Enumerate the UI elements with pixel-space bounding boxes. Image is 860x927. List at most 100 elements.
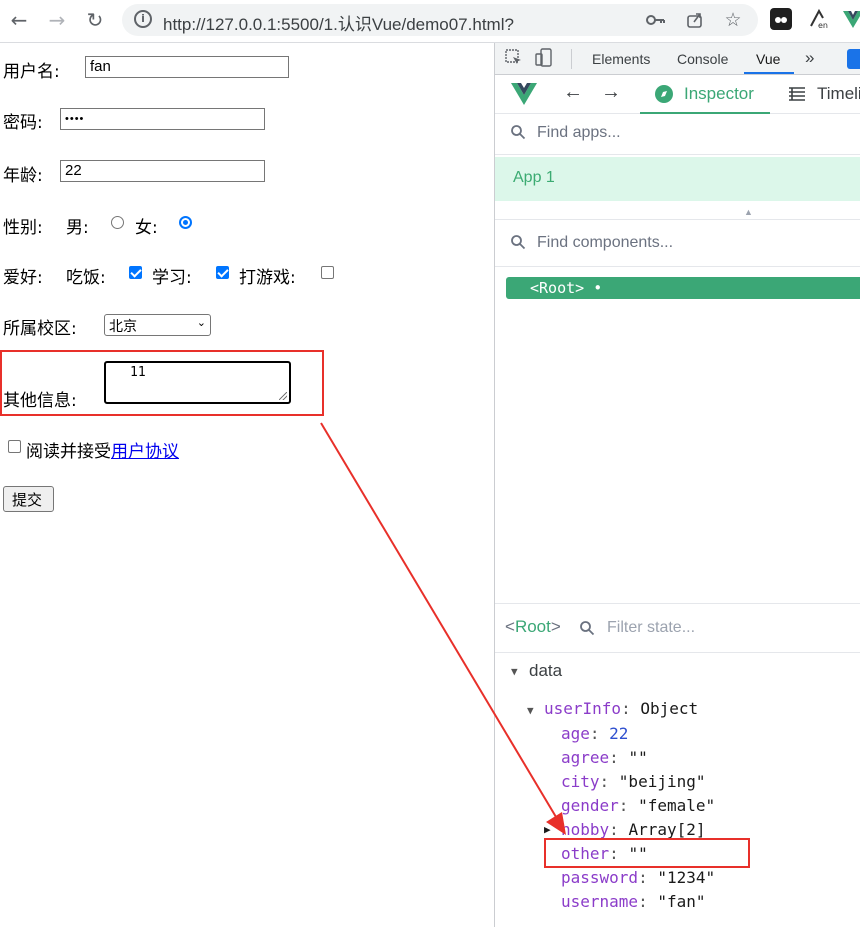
state-field-key: city <box>561 772 600 791</box>
hobby-game-checkbox[interactable] <box>321 266 334 279</box>
agree-label: 阅读并接受 <box>26 442 111 462</box>
user-agreement-link[interactable]: 用户协议 <box>111 442 179 462</box>
device-toggle-icon[interactable] <box>535 48 553 68</box>
state-field-hobby[interactable]: ▶ hobby: Array[2] <box>544 820 706 839</box>
state-field-gender[interactable]: gender: "female" <box>561 796 715 815</box>
data-section-label[interactable]: data <box>529 661 562 681</box>
state-field-value: Array[2] <box>628 820 706 839</box>
inspector-label: Inspector <box>684 84 754 103</box>
bookmark-star-icon[interactable]: ☆ <box>722 9 744 31</box>
username-label: 用户名: <box>3 62 60 82</box>
hobby-eat-checkbox[interactable] <box>129 266 142 279</box>
userinfo-row[interactable]: userInfo: Object <box>544 699 698 718</box>
highlight-box-other-state <box>544 838 750 868</box>
devtools-tab-bar: Elements Console Vue » <box>495 43 860 75</box>
component-tree-root[interactable]: <Root> • <box>506 277 860 299</box>
filter-state-input[interactable]: Filter state... <box>607 619 695 637</box>
userinfo-type: Object <box>640 699 699 718</box>
resize-grip-icon[interactable] <box>279 392 287 400</box>
state-field-agree[interactable]: agree: "" <box>561 748 648 767</box>
hobby-study-checkbox[interactable] <box>216 266 229 279</box>
campus-selected-value: 北京 <box>109 319 137 335</box>
chevron-down-icon: ⌄ <box>196 316 206 329</box>
state-root-title: <Root> <box>505 617 561 637</box>
hobby-eat-label: 吃饭: <box>66 268 106 288</box>
chat-icon[interactable] <box>847 49 860 69</box>
caret-down-icon[interactable]: ▼ <box>511 665 518 678</box>
state-field-value: "" <box>628 748 648 767</box>
hobby-game-label: 打游戏: <box>239 268 296 288</box>
back-arrow-icon[interactable]: ← <box>6 7 32 33</box>
reload-icon[interactable]: ↻ <box>82 7 108 33</box>
state-field-value: 22 <box>609 724 629 743</box>
collapse-caret-icon[interactable]: ▲ <box>744 207 753 217</box>
age-input[interactable]: 22 <box>60 160 265 182</box>
username-input[interactable]: fan <box>85 56 289 78</box>
state-field-city[interactable]: city: "beijing" <box>561 772 706 791</box>
agree-checkbox[interactable] <box>8 440 21 453</box>
gender-female-label: 女: <box>135 218 158 238</box>
back-arrow-icon[interactable]: ← <box>563 81 583 104</box>
url-text: http://127.0.0.1:5500/1.认识Vue/demo07.htm… <box>163 15 514 34</box>
share-icon[interactable] <box>684 9 706 31</box>
tab-inspector[interactable]: Inspector <box>640 75 770 114</box>
state-field-username[interactable]: username: "fan" <box>561 892 706 911</box>
find-apps-placeholder: Find apps... <box>537 124 621 141</box>
extension-icon[interactable] <box>770 8 792 30</box>
state-field-key: gender <box>561 796 619 815</box>
search-icon <box>510 234 526 250</box>
devtools-panel: Elements Console Vue » ← → Inspector Tim… <box>494 43 860 927</box>
timeline-icon <box>789 87 805 101</box>
state-header: <Root> Filter state... <box>495 603 860 653</box>
state-field-value: "fan" <box>657 892 706 911</box>
state-field-key: username <box>561 892 639 911</box>
state-field-key: password <box>561 868 639 887</box>
tab-elements[interactable]: Elements <box>592 51 650 67</box>
angle-close: > <box>550 617 561 636</box>
page-content: 用户名: fan 密码: •••• 年龄: 22 性别: 男: 女: 爱好: 吃… <box>0 43 494 927</box>
tab-timeline[interactable]: Timeli <box>817 84 860 104</box>
state-root-name: Root <box>514 617 551 636</box>
colon-separator: : <box>609 820 629 839</box>
state-field-value: "female" <box>638 796 716 815</box>
campus-select[interactable]: 北京 ⌄ <box>104 314 211 336</box>
gender-male-radio[interactable] <box>111 216 124 229</box>
browser-toolbar: ← → ↻ i http://127.0.0.1:5500/1.认识Vue/de… <box>0 0 860 43</box>
age-label: 年龄: <box>3 166 43 186</box>
other-label: 其他信息: <box>3 391 77 411</box>
svg-text:en: en <box>818 21 828 30</box>
key-icon[interactable] <box>644 9 666 31</box>
tab-divider <box>571 49 572 69</box>
search-icon <box>510 124 526 140</box>
colon-separator: : <box>589 724 610 743</box>
gender-female-radio[interactable] <box>179 216 192 229</box>
password-input[interactable]: •••• <box>60 108 265 130</box>
hobby-study-label: 学习: <box>152 268 192 288</box>
find-components-search[interactable]: Find components... <box>495 219 860 267</box>
forward-arrow-icon[interactable]: → <box>601 81 621 104</box>
inspect-element-icon[interactable] <box>505 49 523 67</box>
state-field-age[interactable]: age: 22 <box>561 724 628 743</box>
more-tabs-icon[interactable]: » <box>805 48 814 68</box>
site-info-icon[interactable]: i <box>134 10 152 28</box>
caret-down-icon[interactable]: ▼ <box>527 704 534 717</box>
active-tab-indicator <box>744 72 794 74</box>
submit-button[interactable]: 提交 <box>3 486 54 512</box>
gender-label: 性别: <box>3 218 43 238</box>
find-components-placeholder: Find components... <box>537 234 674 251</box>
tab-console[interactable]: Console <box>677 51 728 67</box>
caret-right-icon[interactable]: ▶ <box>544 823 551 836</box>
userinfo-key: userInfo <box>544 699 622 718</box>
state-field-password[interactable]: password: "1234" <box>561 868 715 887</box>
vue-devtools-extension-icon[interactable] <box>842 8 860 30</box>
find-apps-search[interactable]: Find apps... <box>495 114 860 155</box>
hobby-label: 爱好: <box>3 268 43 288</box>
other-textarea[interactable]: 11 <box>104 361 291 404</box>
forward-arrow-icon[interactable]: → <box>44 7 70 33</box>
colon-separator: : <box>609 748 629 767</box>
translate-extension-icon[interactable]: en <box>808 8 830 30</box>
app-list-item[interactable]: App 1 <box>495 157 860 201</box>
tab-vue[interactable]: Vue <box>756 51 780 67</box>
vue-logo-icon <box>511 82 537 111</box>
address-bar[interactable]: i http://127.0.0.1:5500/1.认识Vue/demo07.h… <box>122 4 758 36</box>
